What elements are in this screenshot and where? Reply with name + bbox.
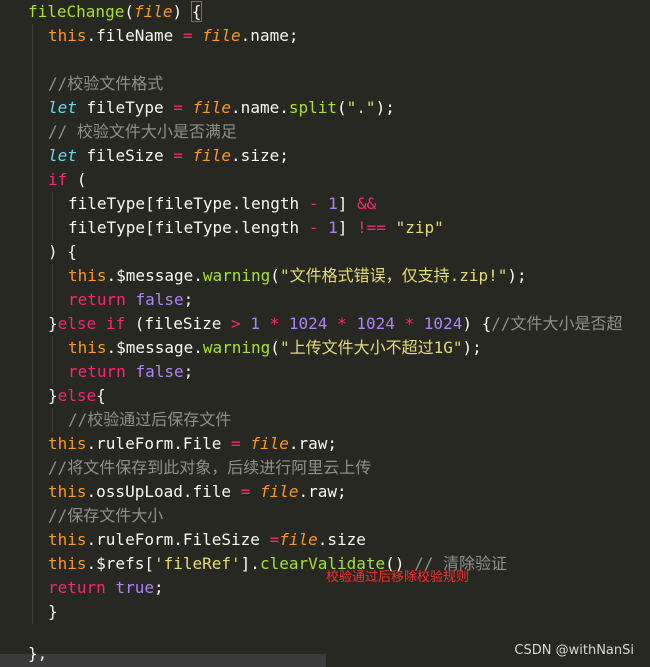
code-editor[interactable]: fileChange(file) { this.fileName = file.… — [0, 0, 650, 667]
code-comment[interactable]: //校验文件格式 — [48, 72, 163, 96]
indent-guide — [52, 336, 53, 384]
indent-guide — [32, 24, 33, 624]
code-line[interactable]: return true; — [48, 576, 164, 600]
code-line[interactable]: let fileType = file.name.split("."); — [48, 96, 395, 120]
indent-guide — [52, 408, 53, 432]
code-line[interactable]: }else{ — [48, 384, 106, 408]
code-line[interactable]: fileType[fileType.length - 1] && — [68, 192, 376, 216]
code-line[interactable]: fileChange(file) { — [28, 0, 203, 24]
code-line[interactable]: let fileSize = file.size; — [48, 144, 289, 168]
code-line[interactable]: return false; — [68, 360, 193, 384]
watermark: CSDN @withNanSi — [514, 643, 634, 658]
code-comment[interactable]: //将文件保存到此对象，后续进行阿里云上传 — [48, 456, 371, 480]
code-line[interactable]: } — [48, 600, 58, 624]
code-line[interactable]: return false; — [68, 288, 193, 312]
code-line[interactable]: this.ruleForm.File = file.raw; — [48, 432, 337, 456]
indent-guide — [52, 192, 53, 240]
code-comment[interactable]: //保存文件大小 — [48, 504, 163, 528]
code-line[interactable]: }else if (fileSize > 1 * 1024 * 1024 * 1… — [48, 312, 623, 336]
code-comment[interactable]: //校验通过后保存文件 — [68, 408, 231, 432]
code-comment[interactable]: // 校验文件大小是否满足 — [48, 120, 237, 144]
code-line[interactable]: this.ruleForm.FileSize =file.size — [48, 528, 366, 552]
current-line-highlight — [0, 654, 326, 667]
red-annotation: 校验通过后移除校验规则 — [326, 570, 470, 585]
code-line[interactable]: if ( — [48, 168, 87, 192]
code-line[interactable]: this.ossUpLoad.file = file.raw; — [48, 480, 347, 504]
code-line[interactable]: fileType[fileType.length - 1] !== "zip" — [68, 216, 444, 240]
closing-brace: }, — [28, 644, 48, 663]
code-line[interactable]: ) { — [48, 240, 77, 264]
indent-guide — [52, 264, 53, 312]
code-line[interactable]: this.$message.warning("上传文件大小不超过1G"); — [68, 336, 482, 360]
code-line[interactable]: this.$message.warning("文件格式错误，仅支持.zip!")… — [68, 264, 527, 288]
code-line[interactable]: this.fileName = file.name; — [48, 24, 298, 48]
